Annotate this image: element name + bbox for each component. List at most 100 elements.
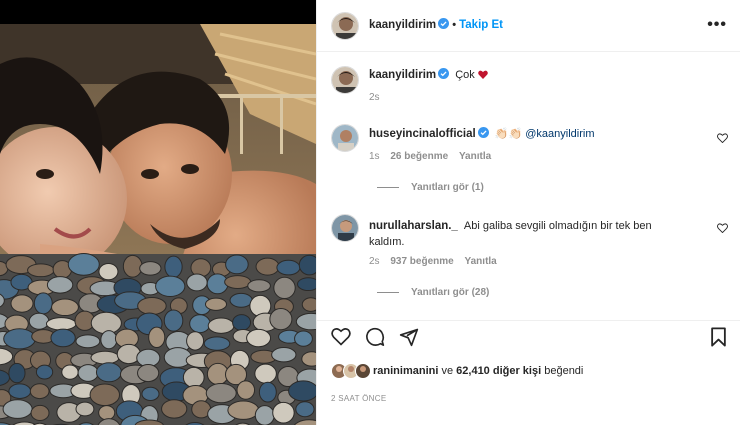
pebble (89, 383, 121, 407)
comment-icon[interactable] (365, 327, 385, 347)
pebble (8, 383, 32, 399)
view-replies-button[interactable]: Yanıtları gör (28) (377, 287, 489, 298)
pebble (258, 381, 277, 403)
comment-avatar[interactable] (331, 124, 359, 152)
pebble (2, 399, 33, 419)
liker-avatars[interactable] (331, 363, 379, 379)
comment-meta: 2s 937 beğenme Yanıtla (369, 256, 497, 267)
post-timestamp[interactable]: 2 SAAT ÖNCE (331, 394, 386, 403)
pebble (205, 383, 237, 404)
heart-outline-icon[interactable] (331, 327, 351, 346)
pebble (227, 400, 260, 420)
pebble (254, 405, 275, 425)
pebble (204, 297, 228, 311)
caption: kaanyildirim Çok (369, 68, 488, 81)
pebble (269, 308, 293, 331)
comment: huseyincinalofficial 👏🏻👏🏻 @kaanyildirim (369, 127, 595, 140)
likes-count-link[interactable]: 62,410 diğer kişi (456, 365, 541, 377)
pebble (254, 363, 277, 384)
view-replies-button[interactable]: Yanıtları gör (1) (377, 182, 484, 193)
caption-text: Çok (455, 69, 475, 81)
caption-author-avatar[interactable] (331, 66, 359, 94)
pebble (8, 362, 26, 384)
pebble (141, 386, 160, 401)
verified-badge-icon (477, 127, 489, 138)
red-heart-icon (478, 70, 488, 79)
pebble (27, 263, 55, 278)
comment-avatar[interactable] (331, 214, 359, 242)
pebble (10, 294, 34, 313)
pebble (50, 328, 76, 348)
pebble (164, 255, 183, 278)
pebble (51, 298, 79, 317)
pebble (148, 326, 166, 349)
pebble (273, 276, 296, 300)
liker-avatar-stack (331, 363, 371, 379)
likes-summary: raninimanini ve 62,410 diğer kişi beğend… (373, 365, 583, 377)
comment-like-count[interactable]: 26 beğenme (390, 151, 448, 162)
pebble (294, 330, 313, 347)
pebble (271, 347, 297, 363)
comment-mention-link[interactable]: @kaanyildirim (525, 128, 594, 140)
paper-plane-icon[interactable] (399, 327, 419, 347)
pebble (45, 317, 77, 331)
pebble (232, 314, 252, 331)
author-avatar[interactable] (331, 12, 359, 40)
pebble (229, 292, 253, 308)
bookmark-icon[interactable] (710, 327, 727, 347)
post-photo[interactable] (0, 0, 316, 425)
pebble (98, 263, 119, 281)
comment: nurullaharslan._ Abi galiba sevgili olma… (369, 218, 709, 250)
reply-button[interactable]: Yanıtla (465, 256, 497, 267)
pebble (203, 336, 231, 351)
likes-joiner: ve (441, 365, 454, 377)
replies-divider (377, 186, 399, 188)
caption-username[interactable]: kaanyildirim (369, 69, 436, 81)
replies-divider (377, 291, 399, 293)
more-options-icon[interactable]: ••• (707, 16, 727, 34)
pebble (246, 328, 272, 348)
comment-like-heart-icon[interactable] (717, 133, 728, 143)
comment-username[interactable]: huseyincinalofficial (369, 128, 476, 140)
comment-text-continued: kaldım. (369, 236, 405, 248)
separator-dot: • (452, 19, 457, 31)
pebble (224, 275, 252, 289)
photo-top-bar (0, 0, 316, 24)
pebble (161, 399, 188, 419)
comment-emoji: 👏🏻👏🏻 (494, 127, 523, 140)
pebble (61, 364, 79, 380)
verified-badge-icon (438, 18, 450, 29)
comment-like-heart-icon[interactable] (717, 223, 728, 233)
pebble (186, 331, 205, 351)
pebble (98, 405, 116, 421)
pebble (236, 380, 256, 400)
author-username[interactable]: kaanyildirim (369, 19, 436, 31)
pebble (301, 297, 316, 312)
likes-suffix: beğendi (544, 365, 584, 377)
comment-like-count[interactable]: 937 beğenme (390, 256, 453, 267)
reply-button[interactable]: Yanıtla (459, 151, 491, 162)
pebble (46, 276, 74, 294)
view-replies-label: Yanıtları gör (1) (411, 182, 484, 193)
pebble (155, 275, 186, 298)
pebble (28, 312, 50, 330)
follow-button[interactable]: Takip Et (459, 19, 503, 31)
pebble (163, 309, 184, 332)
caption-age: 2s (369, 92, 380, 103)
pebble (67, 253, 100, 276)
liker-username[interactable]: raninimanini (373, 365, 438, 377)
pebble (137, 296, 167, 316)
pebble (95, 362, 122, 383)
pebble (301, 351, 316, 367)
comment-meta: 1s 26 beğenme Yanıtla (369, 151, 491, 162)
post-header: kaanyildirim • Takip Et ••• (317, 0, 740, 52)
comment-username[interactable]: nurullaharslan._ (369, 220, 458, 232)
comment-text: Abi galiba sevgili olmadığın bir tek ben (463, 220, 652, 232)
pebble (29, 383, 50, 400)
pebble (276, 259, 301, 276)
pebble (77, 364, 99, 382)
pebble (33, 292, 53, 315)
comment-age: 2s (369, 256, 380, 267)
comment-age: 1s (369, 151, 380, 162)
pebble (122, 254, 143, 278)
